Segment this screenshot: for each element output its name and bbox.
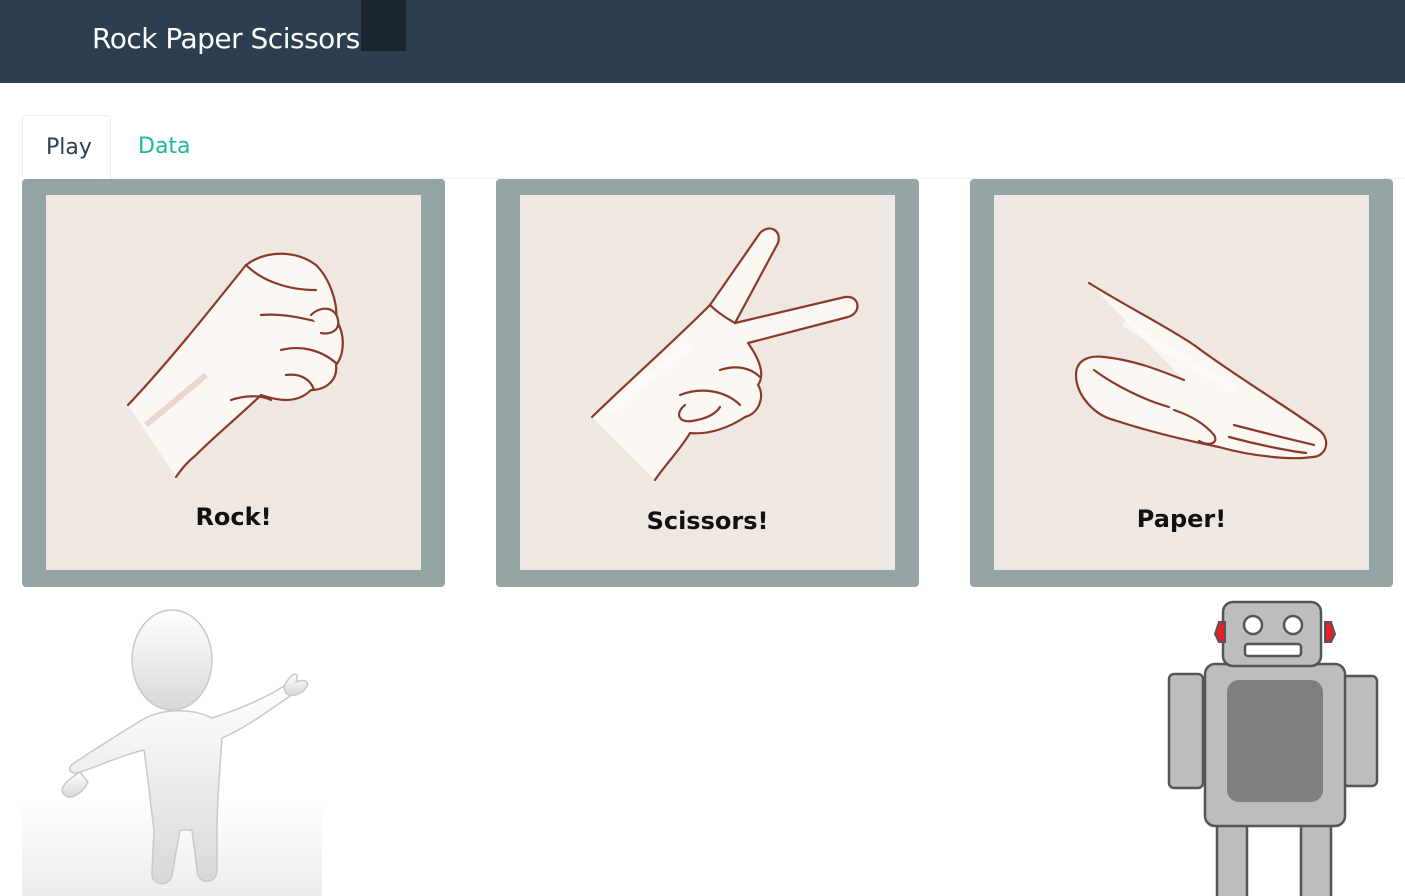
scissors-label: Scissors! bbox=[646, 507, 769, 535]
rock-choice-button[interactable]: Rock! bbox=[22, 179, 445, 587]
scissors-choice-button[interactable]: Scissors! bbox=[496, 179, 919, 587]
tab-bar: Play Data bbox=[22, 115, 1405, 179]
navbar: Rock Paper Scissors bbox=[0, 0, 1405, 83]
tab-play[interactable]: Play bbox=[22, 115, 111, 179]
paper-choice-button[interactable]: Paper! bbox=[970, 179, 1393, 587]
paper-card-image: Paper! bbox=[994, 195, 1369, 570]
navbar-toggle-button[interactable] bbox=[361, 0, 406, 51]
robot-icon bbox=[1167, 600, 1379, 896]
human-figure-icon bbox=[22, 609, 322, 896]
app-title[interactable]: Rock Paper Scissors bbox=[92, 20, 360, 58]
rock-label: Rock! bbox=[195, 503, 272, 531]
paper-label: Paper! bbox=[1136, 505, 1227, 533]
tab-data[interactable]: Data bbox=[115, 115, 214, 178]
scissors-card-image: Scissors! bbox=[520, 195, 895, 570]
rock-card-image: Rock! bbox=[46, 195, 421, 570]
